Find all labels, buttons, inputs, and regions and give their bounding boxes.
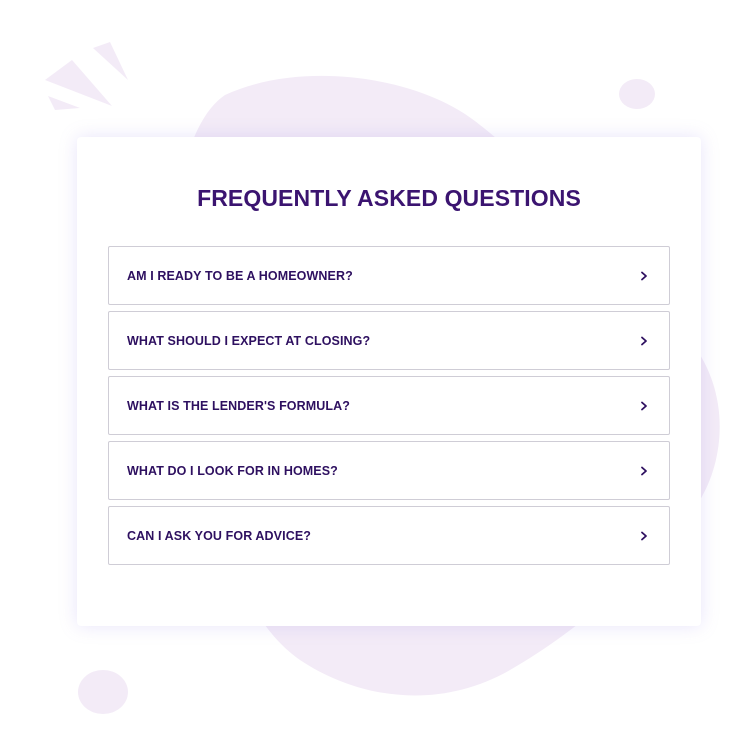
decorative-triangle <box>48 96 80 110</box>
decorative-triangle <box>93 42 128 80</box>
faq-question: CAN I ASK YOU FOR ADVICE? <box>127 528 311 543</box>
faq-question: WHAT DO I LOOK FOR IN HOMES? <box>127 463 338 478</box>
faq-item[interactable]: CAN I ASK YOU FOR ADVICE? <box>108 506 670 565</box>
faq-question: WHAT SHOULD I EXPECT AT CLOSING? <box>127 333 371 348</box>
faq-card: FREQUENTLY ASKED QUESTIONS AM I READY TO… <box>77 137 701 626</box>
decorative-circle <box>619 79 655 109</box>
chevron-right-icon <box>641 336 647 345</box>
faq-item[interactable]: WHAT SHOULD I EXPECT AT CLOSING? <box>108 311 670 370</box>
chevron-right-icon <box>641 466 647 475</box>
faq-item[interactable]: AM I READY TO BE A HOMEOWNER? <box>108 246 670 305</box>
chevron-right-icon <box>641 271 647 280</box>
faq-list: AM I READY TO BE A HOMEOWNER? WHAT SHOUL… <box>108 246 670 571</box>
faq-item[interactable]: WHAT IS THE LENDER'S FORMULA? <box>108 376 670 435</box>
faq-question: WHAT IS THE LENDER'S FORMULA? <box>127 398 350 413</box>
faq-question: AM I READY TO BE A HOMEOWNER? <box>127 268 353 283</box>
decorative-circle <box>78 670 128 714</box>
faq-item[interactable]: WHAT DO I LOOK FOR IN HOMES? <box>108 441 670 500</box>
faq-title: FREQUENTLY ASKED QUESTIONS <box>197 185 581 211</box>
chevron-right-icon <box>641 531 647 540</box>
chevron-right-icon <box>641 401 647 410</box>
